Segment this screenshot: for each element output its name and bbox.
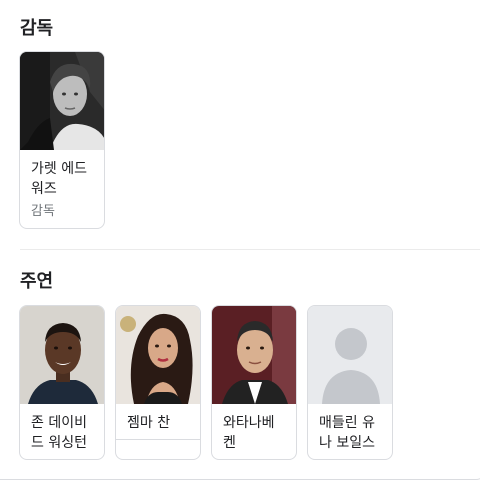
cast-2-photo: [116, 306, 200, 404]
card-inner-divider: [116, 439, 200, 440]
director-role: 감독: [31, 204, 55, 219]
cast-1-name-line2: 드 워싱턴: [31, 435, 87, 451]
knowledge-panel: 감독 가렛 에드 워즈 감독 주연 존 데이비 드 워싱턴 젬마 찬 와타나베 …: [0, 0, 480, 480]
person-card-cast-4[interactable]: 매들린 유 나 보일스: [307, 305, 393, 460]
director-name-line1: 가렛 에드: [31, 161, 87, 177]
cast-2-name-line1: 젬마 찬: [127, 415, 171, 431]
person-card-cast-2[interactable]: 젬마 찬: [115, 305, 201, 460]
cast-1-photo: [20, 306, 104, 404]
cast-4-name-line2: 나 보일스: [319, 435, 375, 451]
cast-3-photo: [212, 306, 296, 404]
cast-4-name-line1: 매들린 유: [319, 415, 375, 431]
placeholder-person-icon: [308, 306, 392, 404]
person-card-director[interactable]: 가렛 에드 워즈 감독: [19, 51, 105, 229]
director-photo: [20, 52, 104, 150]
section-divider: [20, 249, 480, 250]
cast-section-title: 주연: [20, 271, 54, 292]
director-name-line2: 워즈: [31, 181, 57, 197]
cast-3-name-line2: 켄: [223, 435, 236, 451]
cast-3-name-line1: 와타나베: [223, 415, 275, 431]
person-card-cast-3[interactable]: 와타나베 켄: [211, 305, 297, 460]
cast-1-name-line1: 존 데이비: [31, 415, 87, 431]
director-section-title: 감독: [20, 18, 54, 39]
person-card-cast-1[interactable]: 존 데이비 드 워싱턴: [19, 305, 105, 460]
